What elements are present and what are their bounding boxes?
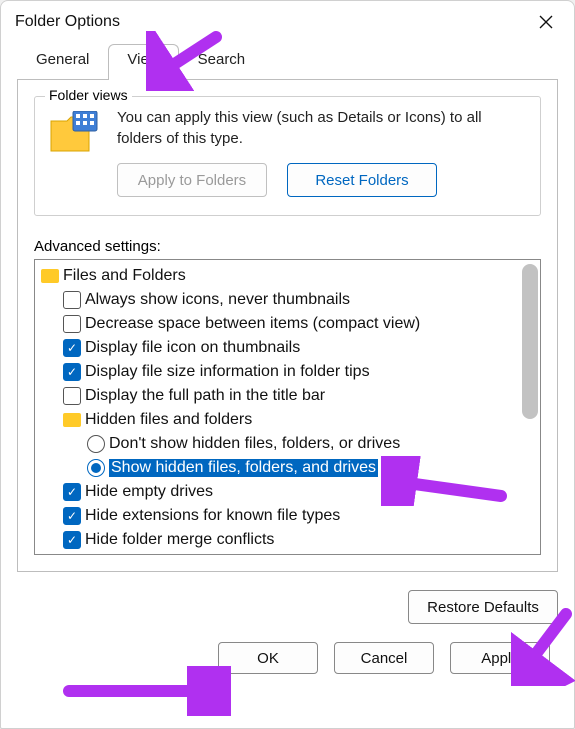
folder-views-desc: You can apply this view (such as Details… — [117, 107, 526, 149]
tree-group-files-folders: Files and Folders — [41, 264, 540, 288]
checkbox[interactable]: ✓ — [63, 507, 81, 525]
advanced-settings-tree[interactable]: Files and Folders Always show icons, nev… — [34, 259, 541, 555]
checkbox[interactable] — [63, 387, 81, 405]
window-title: Folder Options — [15, 13, 532, 31]
tab-panel-view: Folder views You can apply this view (su… — [17, 79, 558, 572]
dialog-buttons: OK Cancel Apply — [1, 624, 574, 692]
radio[interactable] — [87, 459, 105, 477]
tree-item[interactable]: Always show icons, never thumbnails — [41, 288, 540, 312]
tree-item[interactable]: Display the full path in the title bar — [41, 384, 540, 408]
close-button[interactable] — [532, 8, 560, 36]
folder-icon — [63, 413, 81, 427]
advanced-settings-label: Advanced settings: — [34, 238, 541, 255]
tab-strip: General View Search — [1, 43, 574, 79]
radio-show-hidden[interactable]: Show hidden files, folders, and drives — [41, 456, 540, 480]
title-bar: Folder Options — [1, 1, 574, 43]
checkbox[interactable] — [63, 291, 81, 309]
tree-item[interactable]: ✓Hide protected operating system files (… — [41, 552, 540, 555]
cancel-button[interactable]: Cancel — [334, 642, 434, 674]
apply-button[interactable]: Apply — [450, 642, 550, 674]
tree-item[interactable]: Decrease space between items (compact vi… — [41, 312, 540, 336]
checkbox[interactable]: ✓ — [63, 531, 81, 549]
tree-group-hidden: Hidden files and folders — [41, 408, 540, 432]
tree-item[interactable]: ✓Display file size information in folder… — [41, 360, 540, 384]
restore-defaults-button[interactable]: Restore Defaults — [408, 590, 558, 624]
tab-general[interactable]: General — [17, 44, 108, 80]
checkbox[interactable]: ✓ — [63, 339, 81, 357]
folder-views-icon — [49, 111, 101, 155]
folder-views-group: Folder views You can apply this view (su… — [34, 96, 541, 216]
folder-options-dialog: Folder Options General View Search Folde… — [0, 0, 575, 729]
folder-icon — [41, 269, 59, 283]
tree-item[interactable]: ✓Hide empty drives — [41, 480, 540, 504]
scrollbar-thumb[interactable] — [522, 264, 538, 419]
ok-button[interactable]: OK — [218, 642, 318, 674]
reset-folders-button[interactable]: Reset Folders — [287, 163, 437, 197]
apply-to-folders-button[interactable]: Apply to Folders — [117, 163, 267, 197]
folder-views-legend: Folder views — [45, 87, 132, 103]
tab-search[interactable]: Search — [179, 44, 265, 80]
tab-view[interactable]: View — [108, 44, 178, 80]
tree-item[interactable]: ✓Display file icon on thumbnails — [41, 336, 540, 360]
checkbox[interactable] — [63, 315, 81, 333]
radio[interactable] — [87, 435, 105, 453]
radio-dont-show-hidden[interactable]: Don't show hidden files, folders, or dri… — [41, 432, 540, 456]
tree-item[interactable]: ✓Hide folder merge conflicts — [41, 528, 540, 552]
checkbox[interactable]: ✓ — [63, 483, 81, 501]
tree-item[interactable]: ✓Hide extensions for known file types — [41, 504, 540, 528]
checkbox[interactable]: ✓ — [63, 363, 81, 381]
